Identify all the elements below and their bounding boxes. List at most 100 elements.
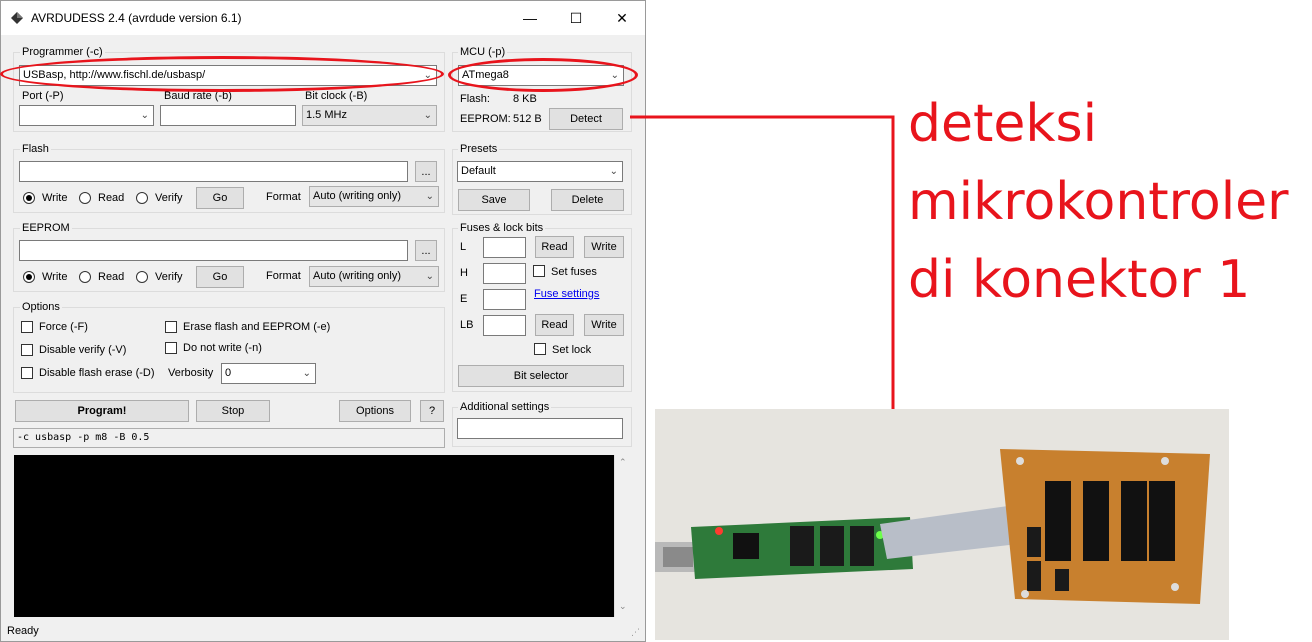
annotation-line-1: deteksi (908, 94, 1098, 154)
bit-selector-button[interactable]: Bit selector (458, 365, 624, 387)
eeprom-go-button[interactable]: Go (196, 266, 244, 288)
port-select[interactable]: ⌄ (19, 105, 154, 126)
chevron-down-icon: ⌄ (425, 271, 434, 282)
fuse-settings-link[interactable]: Fuse settings (534, 288, 599, 300)
flash-size-label: Flash: (460, 93, 490, 105)
annotation-line-3: di konektor 1 (908, 250, 1251, 310)
set-fuses-checkbox[interactable] (533, 265, 545, 277)
do-not-write-label: Do not write (-n) (183, 342, 262, 354)
maximize-icon[interactable]: ☐ (553, 1, 599, 35)
force-checkbox[interactable] (21, 321, 33, 333)
fuse-lb-input[interactable] (483, 315, 526, 336)
fuse-h-input[interactable] (483, 263, 526, 284)
mcu-highlight-ellipse (448, 58, 638, 92)
eeprom-size-value: 512 B (513, 113, 542, 125)
close-icon[interactable]: ✕ (599, 1, 645, 35)
console-output[interactable] (14, 455, 614, 617)
bitclock-select[interactable]: 1.5 MHz ⌄ (302, 105, 437, 126)
stop-button[interactable]: Stop (196, 400, 270, 422)
help-button[interactable]: ? (420, 400, 444, 422)
flash-write-radio[interactable] (23, 192, 35, 204)
avrdudess-window: AVRDUDESS 2.4 (avrdude version 6.1) — ☐ … (0, 0, 646, 642)
presets-label: Presets (458, 143, 500, 155)
fuse-read-button[interactable]: Read (535, 236, 574, 258)
fuse-write-button[interactable]: Write (584, 236, 624, 258)
eeprom-verify-label: Verify (155, 271, 183, 283)
fuse-e-input[interactable] (483, 289, 526, 310)
baud-input[interactable] (160, 105, 296, 126)
additional-settings-label: Additional settings (458, 401, 552, 413)
flash-format-label: Format (266, 191, 301, 203)
hardware-photo (655, 409, 1229, 640)
mcu-label: MCU (-p) (458, 46, 508, 58)
set-lock-label: Set lock (552, 344, 592, 356)
lock-write-button[interactable]: Write (584, 314, 624, 336)
eeprom-write-radio[interactable] (23, 271, 35, 283)
do-not-write-checkbox[interactable] (165, 342, 177, 354)
preset-save-button[interactable]: Save (458, 189, 530, 211)
fuse-e-label: E (460, 293, 468, 305)
eeprom-verify-radio[interactable] (136, 271, 148, 283)
window-title: AVRDUDESS 2.4 (avrdude version 6.1) (31, 11, 242, 25)
erase-checkbox[interactable] (165, 321, 177, 333)
programmer-highlight-ellipse (0, 56, 444, 92)
program-button[interactable]: Program! (15, 400, 189, 422)
flash-file-input[interactable] (19, 161, 408, 182)
disable-flash-erase-checkbox[interactable] (21, 367, 33, 379)
fuse-lb-label: LB (460, 319, 474, 331)
flash-format-select[interactable]: Auto (writing only) ⌄ (309, 186, 439, 207)
bitclock-label: Bit clock (-B) (305, 90, 368, 102)
minimize-icon[interactable]: — (507, 1, 553, 35)
flash-size-value: 8 KB (513, 93, 537, 105)
flash-go-button[interactable]: Go (196, 187, 244, 209)
chevron-down-icon: ⌄ (609, 166, 618, 177)
disable-verify-label: Disable verify (-V) (39, 344, 127, 356)
flash-label: Flash (20, 143, 51, 155)
fuse-l-label: L (460, 241, 467, 253)
resize-grip-icon[interactable]: ⋰ (631, 627, 640, 638)
usbasp-programmer-image (655, 409, 1229, 640)
status-text: Ready (7, 625, 39, 637)
chevron-down-icon: ⌄ (302, 368, 311, 379)
presets-value: Default (461, 165, 496, 177)
flash-write-label: Write (42, 192, 68, 204)
eeprom-file-input[interactable] (19, 240, 408, 261)
force-label: Force (-F) (39, 321, 88, 333)
port-label: Port (-P) (22, 90, 64, 102)
flash-read-label: Read (98, 192, 125, 204)
fuse-h-label: H (460, 267, 468, 279)
eeprom-browse-button[interactable]: ... (415, 240, 437, 261)
fuse-l-input[interactable] (483, 237, 526, 258)
preset-delete-button[interactable]: Delete (551, 189, 624, 211)
fuses-label: Fuses & lock bits (458, 222, 546, 234)
eeprom-format-value: Auto (writing only) (313, 270, 402, 282)
flash-browse-button[interactable]: ... (415, 161, 437, 182)
app-icon (10, 11, 24, 28)
verbosity-select[interactable]: 0 ⌄ (221, 363, 316, 384)
eeprom-label: EEPROM (20, 222, 72, 234)
bitclock-value: 1.5 MHz (306, 109, 347, 121)
additional-settings-input[interactable] (457, 418, 623, 439)
lock-read-button[interactable]: Read (535, 314, 574, 336)
presets-select[interactable]: Default ⌄ (457, 161, 623, 182)
command-line-field[interactable]: -c usbasp -p m8 -B 0.5 (13, 428, 445, 448)
disable-flash-erase-label: Disable flash erase (-D) (39, 367, 155, 379)
title-bar[interactable]: AVRDUDESS 2.4 (avrdude version 6.1) — ☐ … (1, 1, 645, 35)
flash-format-value: Auto (writing only) (313, 190, 402, 202)
flash-verify-radio[interactable] (136, 192, 148, 204)
flash-read-radio[interactable] (79, 192, 91, 204)
annotation-line-2: mikrokontroler (908, 172, 1289, 232)
set-fuses-label: Set fuses (551, 266, 597, 278)
set-lock-checkbox[interactable] (534, 343, 546, 355)
options-button[interactable]: Options (339, 400, 411, 422)
chevron-down-icon: ⌄ (425, 191, 434, 202)
verbosity-value: 0 (225, 367, 232, 379)
verbosity-label: Verbosity (168, 367, 214, 379)
eeprom-read-radio[interactable] (79, 271, 91, 283)
disable-verify-checkbox[interactable] (21, 344, 33, 356)
eeprom-format-select[interactable]: Auto (writing only) ⌄ (309, 266, 439, 287)
scroll-down-icon[interactable]: ⌄ (619, 601, 627, 612)
eeprom-read-label: Read (98, 271, 125, 283)
command-line-text: -c usbasp -p m8 -B 0.5 (17, 432, 150, 443)
detect-button[interactable]: Detect (549, 108, 623, 130)
